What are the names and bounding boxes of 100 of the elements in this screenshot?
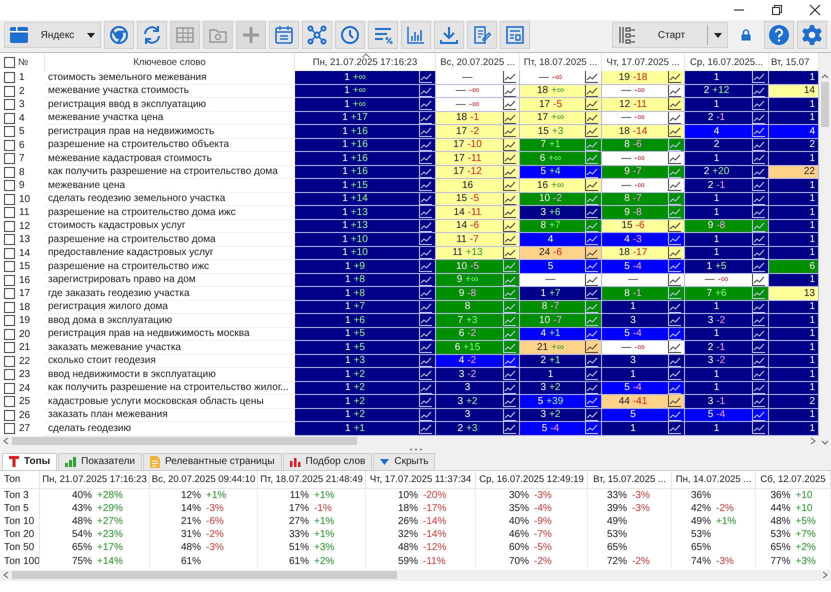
scrollbar-thumb[interactable] — [821, 82, 829, 127]
vertical-scrollbar[interactable] — [819, 53, 831, 446]
chart-icon[interactable] — [503, 138, 516, 151]
toolbar-button[interactable] — [401, 21, 431, 49]
checkbox[interactable] — [4, 194, 15, 205]
checkbox[interactable] — [4, 410, 15, 421]
checkbox[interactable] — [4, 140, 15, 151]
toolbar-button[interactable] — [500, 21, 530, 49]
chart-icon[interactable] — [668, 274, 681, 286]
toolbar-button[interactable] — [104, 21, 134, 49]
chart-icon[interactable] — [668, 179, 681, 192]
chart-icon[interactable] — [752, 274, 765, 286]
chart-icon[interactable] — [585, 84, 598, 97]
column-header[interactable]: Чт, 17.07.2025 11:37:34 — [366, 470, 476, 488]
tab[interactable]: Скрыть — [373, 452, 436, 470]
toolbar-button[interactable] — [335, 21, 365, 49]
chart-icon[interactable] — [585, 71, 598, 84]
chart-icon[interactable] — [503, 220, 516, 232]
checkbox[interactable] — [4, 342, 15, 354]
chart-icon[interactable] — [585, 341, 598, 354]
restore-icon[interactable] — [771, 4, 783, 16]
tab[interactable]: Релевантные страницы — [143, 452, 282, 470]
scrollbar-thumb[interactable] — [12, 436, 357, 444]
chart-icon[interactable] — [668, 112, 681, 124]
chart-icon[interactable] — [503, 206, 516, 218]
tab[interactable]: Подбор слов — [282, 452, 372, 470]
toolbar-button[interactable] — [467, 21, 497, 49]
column-header[interactable]: Сб, 12.07.2025 — [756, 470, 831, 488]
checkbox[interactable] — [4, 153, 15, 164]
checkbox[interactable] — [4, 288, 15, 300]
column-header[interactable]: Вт, 15.07.2025 ... — [588, 470, 672, 488]
chart-icon[interactable] — [503, 71, 516, 84]
scroll-up-icon[interactable] — [821, 73, 829, 79]
chart-icon[interactable] — [585, 112, 598, 124]
checkbox[interactable] — [4, 126, 15, 138]
checkbox[interactable] — [4, 234, 15, 246]
chart-icon[interactable] — [503, 233, 516, 246]
toolbar-button[interactable] — [434, 21, 464, 49]
toolbar-button[interactable] — [302, 21, 332, 49]
column-header[interactable]: Пн, 14.07.2025 ... — [672, 470, 756, 488]
tab[interactable]: Топы — [2, 452, 58, 470]
checkbox[interactable] — [4, 423, 15, 434]
chart-icon[interactable] — [668, 98, 681, 110]
chart-icon[interactable] — [503, 125, 516, 138]
checkbox[interactable] — [4, 302, 15, 313]
checkbox[interactable] — [4, 86, 15, 97]
toolbar-button[interactable] — [137, 21, 167, 49]
help-button[interactable] — [764, 21, 794, 49]
column-header[interactable]: Ключевое слово — [45, 53, 295, 71]
column-header[interactable]: Вс, 20.07.2025 09:44:10 — [150, 470, 258, 488]
chart-icon[interactable] — [668, 125, 681, 138]
checkbox[interactable] — [4, 328, 15, 340]
chart-icon[interactable] — [668, 220, 681, 232]
checkbox[interactable] — [4, 315, 15, 326]
checkbox[interactable] — [4, 382, 15, 394]
chart-icon[interactable] — [668, 71, 681, 84]
toolbar-button[interactable] — [368, 21, 398, 49]
scroll-down-icon[interactable] — [821, 440, 829, 446]
chart-icon[interactable] — [585, 179, 598, 192]
scrollbar-thumb[interactable] — [12, 571, 397, 580]
chart-icon[interactable] — [503, 152, 516, 164]
checkbox[interactable] — [4, 166, 15, 178]
chart-icon[interactable] — [585, 98, 598, 110]
checkbox[interactable] — [4, 112, 15, 124]
checkbox[interactable] — [4, 274, 15, 286]
search-engine-dropdown[interactable]: Яндекс — [4, 22, 101, 48]
chart-icon[interactable] — [585, 274, 598, 286]
chart-icon[interactable] — [503, 166, 516, 178]
checkbox[interactable] — [4, 220, 15, 232]
checkbox[interactable] — [4, 207, 15, 218]
checkbox[interactable] — [4, 261, 15, 272]
chart-icon[interactable] — [503, 192, 516, 205]
chart-icon[interactable] — [585, 125, 598, 138]
checkbox[interactable] — [4, 356, 15, 367]
checkbox[interactable] — [4, 248, 15, 259]
chart-icon[interactable] — [503, 84, 516, 97]
checkbox[interactable] — [4, 396, 15, 408]
checkbox[interactable] — [4, 369, 15, 380]
toolbar-button[interactable] — [269, 21, 299, 49]
chart-icon[interactable] — [503, 112, 516, 124]
splitter-grip-icon[interactable] — [408, 448, 422, 450]
chart-icon[interactable] — [668, 84, 681, 97]
close-icon[interactable] — [809, 4, 821, 16]
chart-icon[interactable] — [585, 246, 598, 259]
column-header[interactable]: Ср, 16.07.2025 12:49:19 — [476, 470, 588, 488]
column-header[interactable]: № — [18, 56, 28, 68]
start-dropdown[interactable]: Старт — [612, 22, 728, 48]
chart-icon[interactable] — [503, 246, 516, 259]
checkbox[interactable] — [4, 180, 15, 192]
column-header[interactable]: Пт, 18.07.2025 21:48:49 — [258, 470, 366, 488]
checkbox[interactable] — [4, 56, 15, 68]
chart-icon[interactable] — [668, 246, 681, 259]
checkbox[interactable] — [4, 99, 15, 110]
chart-icon[interactable] — [668, 395, 681, 408]
horizontal-scrollbar[interactable] — [0, 570, 831, 581]
column-header[interactable]: Пн, 21.07.2025 17:16:23 — [40, 470, 150, 488]
chart-icon[interactable] — [503, 179, 516, 192]
chart-icon[interactable] — [503, 98, 516, 110]
checkbox[interactable] — [4, 72, 15, 84]
chart-icon[interactable] — [668, 341, 681, 354]
